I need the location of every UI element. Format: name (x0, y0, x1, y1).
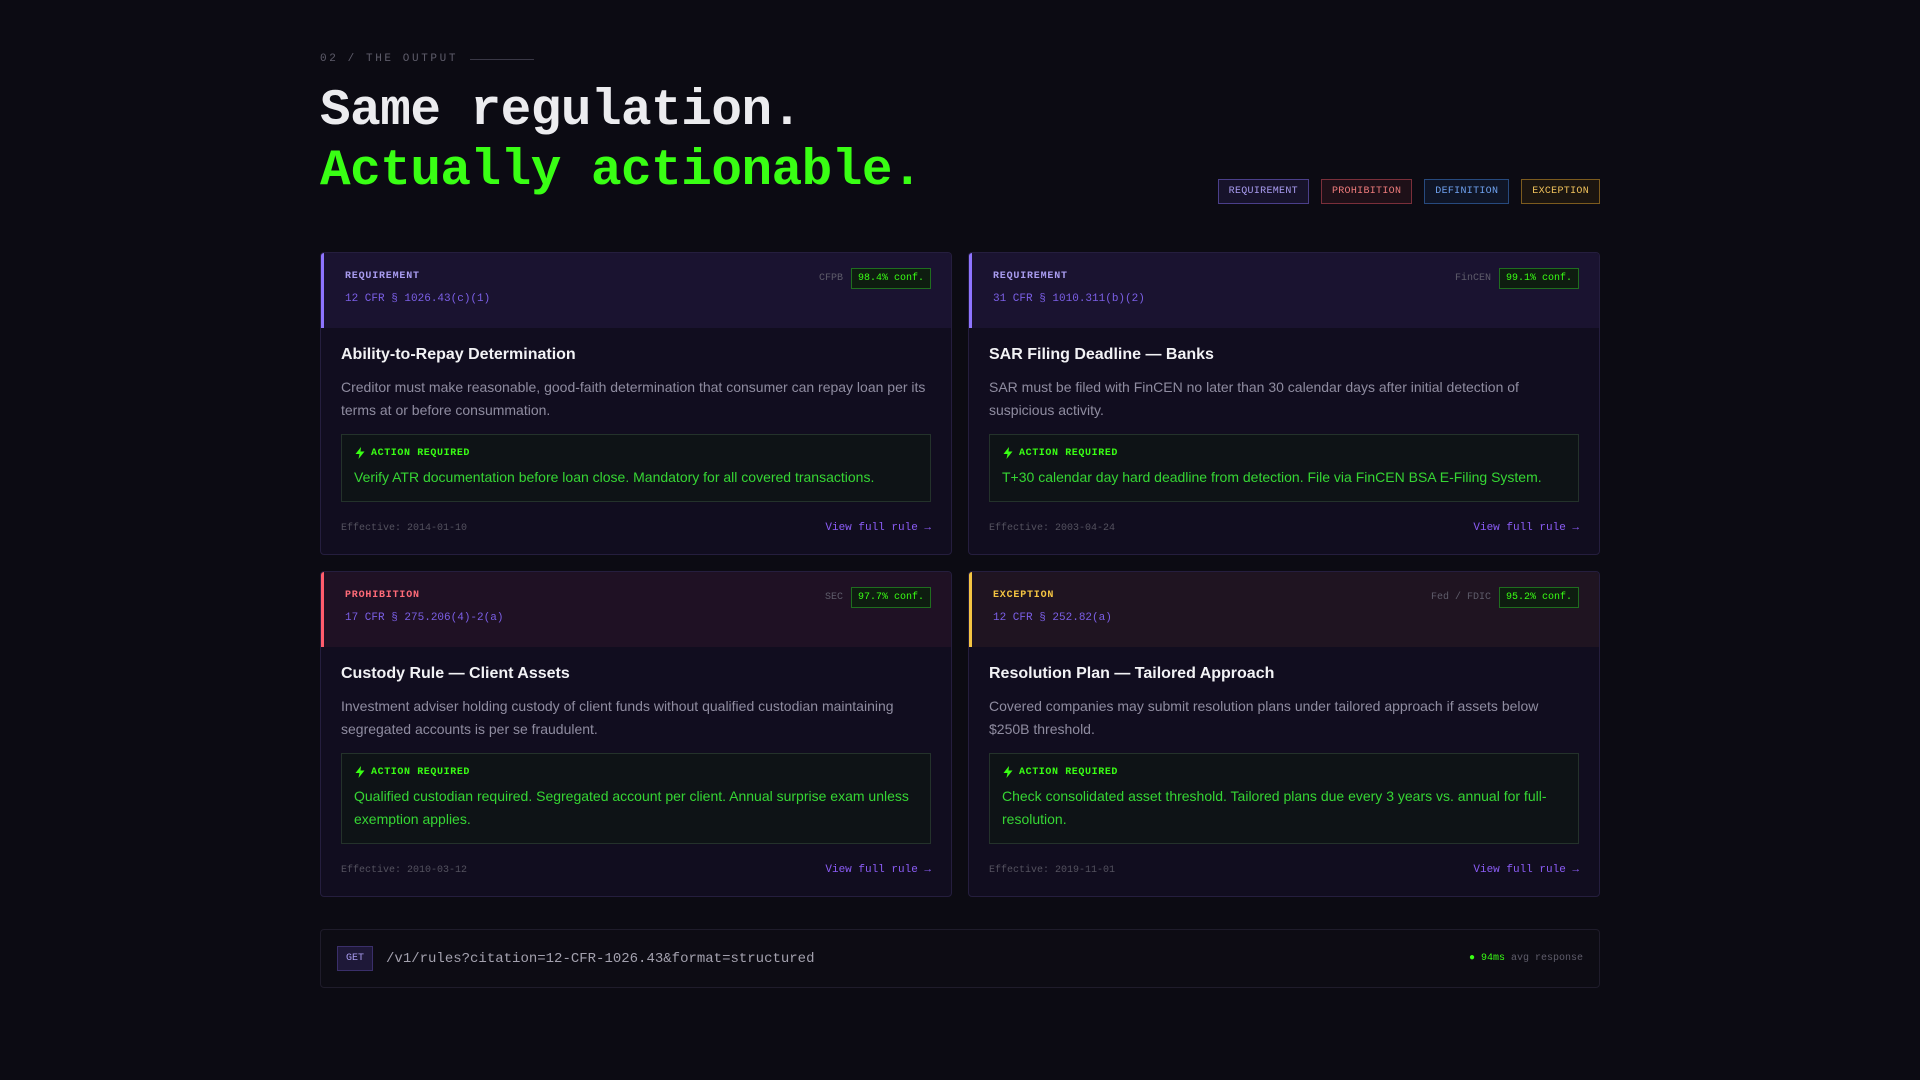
effective-date: Effective: 2003-04-24 (989, 522, 1116, 534)
action-required-text: T+30 calendar day hard deadline from det… (1002, 469, 1542, 485)
section-eyebrow: 02 / THE OUTPUT (320, 53, 535, 65)
effective-date: Effective: 2019-11-01 (989, 864, 1116, 876)
latency-label: avg response (1510, 953, 1583, 964)
rule-agency: CFPB (818, 273, 843, 284)
action-required-box: ACTION REQUIRED T+30 calendar day hard d… (989, 434, 1579, 502)
effective-date: Effective: 2010-03-12 (341, 864, 468, 876)
action-required-text: Verify ATR documentation before loan clo… (354, 469, 875, 485)
confidence-badge: 95.2% conf. (1498, 587, 1579, 608)
view-full-rule-link[interactable]: View full rule → (825, 522, 931, 534)
rule-card-header: REQUIREMENT 31 CFR § 1010.311(b)(2) FinC… (969, 253, 1599, 328)
rule-citation: 12 CFR § 252.82(a) (993, 612, 1112, 624)
view-full-rule-link[interactable]: View full rule → (1473, 522, 1579, 534)
action-required-header: ACTION REQUIRED (1002, 447, 1566, 459)
action-required-header: ACTION REQUIRED (1002, 766, 1566, 778)
rule-card: REQUIREMENT 31 CFR § 1010.311(b)(2) FinC… (968, 252, 1600, 555)
http-method-badge: GET (337, 946, 374, 971)
action-required-box: ACTION REQUIRED Verify ATR documentation… (341, 434, 931, 502)
rule-description: Covered companies may submit resolution … (989, 698, 1539, 737)
rule-card: EXCEPTION 12 CFR § 252.82(a) Fed / FDIC … (968, 571, 1600, 897)
action-required-label: ACTION REQUIRED (371, 766, 471, 778)
bolt-icon (1003, 447, 1013, 459)
rule-title: Custody Rule — Client Assets (341, 665, 570, 682)
rule-card-body: Resolution Plan — Tailored Approach Cove… (969, 647, 1599, 896)
bolt-icon (355, 766, 365, 778)
latency-indicator: ● 94ms avg response (1469, 953, 1583, 964)
legend-definition[interactable]: DEFINITION (1424, 179, 1510, 204)
action-required-label: ACTION REQUIRED (1019, 447, 1119, 459)
rule-card-grid: REQUIREMENT 12 CFR § 1026.43(c)(1) CFPB … (320, 252, 1600, 897)
rule-card-header: PROHIBITION 17 CFR § 275.206(4)-2(a) SEC… (321, 572, 951, 647)
rule-agency: FinCEN (1454, 273, 1491, 284)
legend-prohibition[interactable]: PROHIBITION (1320, 179, 1413, 204)
action-required-header: ACTION REQUIRED (354, 766, 918, 778)
legend-exception[interactable]: EXCEPTION (1521, 179, 1600, 204)
bolt-icon (355, 447, 365, 459)
rule-citation: 17 CFR § 275.206(4)-2(a) (345, 612, 504, 624)
rule-description: SAR must be filed with FinCEN no later t… (989, 379, 1519, 418)
rule-card: REQUIREMENT 12 CFR § 1026.43(c)(1) CFPB … (320, 252, 952, 555)
headline-primary: Same regulation. (320, 83, 802, 140)
api-endpoint[interactable]: /v1/rules?citation=12-CFR-1026.43&format… (386, 951, 814, 967)
rule-card-header: EXCEPTION 12 CFR § 252.82(a) Fed / FDIC … (969, 572, 1599, 647)
action-required-text: Check consolidated asset threshold. Tail… (1002, 788, 1547, 827)
rule-title: Ability-to-Repay Determination (341, 346, 576, 363)
action-required-box: ACTION REQUIRED Qualified custodian requ… (341, 753, 931, 844)
rule-card-body: SAR Filing Deadline — Banks SAR must be … (969, 328, 1599, 554)
view-full-rule-link[interactable]: View full rule → (1473, 864, 1579, 876)
rule-card-footer: Effective: 2010-03-12 View full rule → (341, 846, 931, 896)
headline-accent: Actually actionable. (320, 143, 923, 200)
rule-citation: 12 CFR § 1026.43(c)(1) (345, 293, 491, 305)
eyebrow-label: 02 / THE OUTPUT (320, 53, 459, 65)
action-required-header: ACTION REQUIRED (354, 447, 918, 459)
rule-meta: CFPB 98.4% conf. (819, 268, 931, 289)
view-full-rule-link[interactable]: View full rule → (825, 864, 931, 876)
bolt-icon (1003, 766, 1013, 778)
confidence-badge: 99.1% conf. (1498, 268, 1579, 289)
rule-description: Investment adviser holding custody of cl… (341, 698, 894, 737)
type-legend: REQUIREMENT PROHIBITION DEFINITION EXCEP… (1217, 179, 1600, 204)
action-required-label: ACTION REQUIRED (1019, 766, 1119, 778)
rule-card-footer: Effective: 2019-11-01 View full rule → (989, 846, 1579, 896)
eyebrow-divider (470, 58, 535, 60)
rule-title: SAR Filing Deadline — Banks (989, 346, 1214, 363)
rule-meta: Fed / FDIC 95.2% conf. (1431, 587, 1579, 608)
rule-citation: 31 CFR § 1010.311(b)(2) (993, 293, 1145, 305)
action-required-label: ACTION REQUIRED (371, 447, 471, 459)
rule-card: PROHIBITION 17 CFR § 275.206(4)-2(a) SEC… (320, 571, 952, 897)
action-required-text: Qualified custodian required. Segregated… (354, 788, 909, 827)
rule-card-footer: Effective: 2014-01-10 View full rule → (341, 504, 931, 554)
rule-title: Resolution Plan — Tailored Approach (989, 665, 1275, 682)
rule-meta: FinCEN 99.1% conf. (1455, 268, 1579, 289)
confidence-badge: 98.4% conf. (850, 268, 931, 289)
api-request-bar: GET /v1/rules?citation=12-CFR-1026.43&fo… (320, 929, 1600, 988)
rule-card-body: Ability-to-Repay Determination Creditor … (321, 328, 951, 554)
rule-description: Creditor must make reasonable, good-fait… (341, 379, 926, 418)
rule-agency: SEC (824, 592, 843, 603)
rule-meta: SEC 97.7% conf. (825, 587, 931, 608)
rule-card-header: REQUIREMENT 12 CFR § 1026.43(c)(1) CFPB … (321, 253, 951, 328)
rule-agency: Fed / FDIC (1430, 592, 1491, 603)
latency-value: ● 94ms (1468, 953, 1505, 964)
effective-date: Effective: 2014-01-10 (341, 522, 468, 534)
rule-card-footer: Effective: 2003-04-24 View full rule → (989, 504, 1579, 554)
legend-requirement[interactable]: REQUIREMENT (1217, 179, 1309, 204)
confidence-badge: 97.7% conf. (850, 587, 931, 608)
rule-card-body: Custody Rule — Client Assets Investment … (321, 647, 951, 896)
action-required-box: ACTION REQUIRED Check consolidated asset… (989, 753, 1579, 844)
